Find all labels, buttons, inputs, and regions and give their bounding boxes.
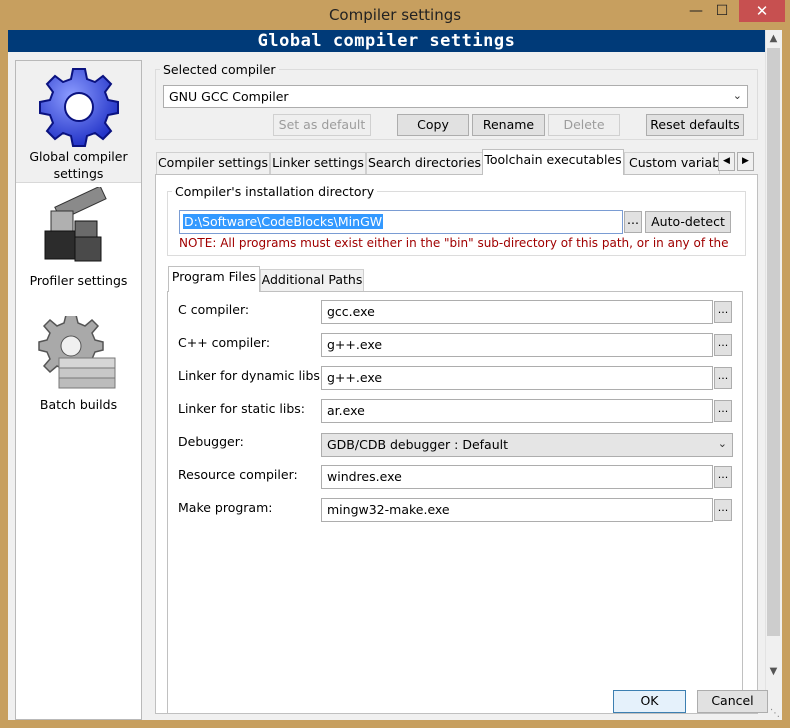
make-program-field[interactable]: mingw32-make.exe (321, 498, 713, 522)
resize-grip-icon[interactable]: ⋱ (770, 708, 780, 719)
maximize-button[interactable]: ☐ (709, 0, 735, 22)
cpp-compiler-label: C++ compiler: (178, 335, 271, 350)
linker-dynamic-label: Linker for dynamic libs: (178, 368, 325, 383)
group-label: Compiler's installation directory (172, 184, 378, 199)
batch-builds-icon (37, 316, 115, 389)
compiler-select-value: GNU GCC Compiler (169, 89, 289, 104)
linker-static-field[interactable]: ar.exe (321, 399, 713, 423)
tab-scroll-right-icon[interactable]: ▶ (737, 152, 754, 171)
install-dir-note: NOTE: All programs must exist either in … (179, 236, 729, 250)
make-program-browse-button[interactable]: ... (714, 499, 732, 521)
sidebar-item-global-compiler[interactable]: Global compiler settings (16, 61, 141, 183)
scroll-up-icon[interactable]: ▲ (765, 30, 782, 47)
resource-compiler-browse-button[interactable]: ... (714, 466, 732, 488)
sidebar-item-label: Global compiler (29, 149, 128, 164)
window-title: Compiler settings (328, 6, 462, 24)
set-as-default-button[interactable]: Set as default (273, 114, 371, 136)
debugger-label: Debugger: (178, 434, 244, 449)
tab-search-directories[interactable]: Search directories (366, 152, 483, 174)
tab-program-files[interactable]: Program Files (168, 266, 260, 292)
sidebar-item-label: Profiler settings (29, 273, 128, 288)
resource-compiler-field[interactable]: windres.exe (321, 465, 713, 489)
compiler-select[interactable]: GNU GCC Compiler ⌄ (163, 85, 748, 108)
close-button[interactable]: ✕ (739, 0, 785, 22)
linker-static-browse-button[interactable]: ... (714, 400, 732, 422)
sidebar-item-label: Batch builds (39, 397, 118, 412)
install-dir-value: D:\Software\CodeBlocks\MinGW (183, 214, 384, 229)
tab-additional-paths[interactable]: Additional Paths (260, 269, 364, 291)
chevron-down-icon: ⌄ (717, 437, 727, 450)
reset-defaults-button[interactable]: Reset defaults (646, 114, 744, 136)
ok-button[interactable]: OK (613, 690, 686, 713)
tab-compiler-settings[interactable]: Compiler settings (156, 152, 270, 174)
sidebar-item-label-line2: settings (53, 166, 104, 181)
c-compiler-field[interactable]: gcc.exe (321, 300, 713, 324)
c-compiler-label: C compiler: (178, 302, 250, 317)
linker-dynamic-browse-button[interactable]: ... (714, 367, 732, 389)
copy-button[interactable]: Copy (397, 114, 469, 136)
cancel-button[interactable]: Cancel (697, 690, 768, 713)
delete-button[interactable]: Delete (548, 114, 620, 136)
scrollbar-thumb[interactable] (767, 48, 780, 636)
resource-compiler-label: Resource compiler: (178, 467, 298, 482)
auto-detect-button[interactable]: Auto-detect (645, 211, 731, 233)
install-dir-browse-button[interactable]: ... (624, 211, 642, 233)
cpp-compiler-field[interactable]: g++.exe (321, 333, 713, 357)
debugger-select-value: GDB/CDB debugger : Default (327, 437, 509, 452)
chevron-down-icon: ⌄ (732, 89, 742, 102)
minimize-button[interactable]: — (683, 0, 709, 22)
page-banner: Global compiler settings (8, 30, 765, 52)
make-program-label: Make program: (178, 500, 273, 515)
rename-button[interactable]: Rename (472, 114, 545, 136)
gear-icon (38, 68, 119, 147)
linker-dynamic-field[interactable]: g++.exe (321, 366, 713, 390)
group-label: Selected compiler (160, 62, 279, 77)
sidebar-item-profiler[interactable]: Profiler settings (16, 185, 141, 295)
tab-custom-variables[interactable]: Custom variabl (624, 152, 720, 174)
install-dir-input[interactable]: D:\Software\CodeBlocks\MinGW (179, 210, 623, 234)
tab-toolchain-executables[interactable]: Toolchain executables (482, 149, 624, 175)
debugger-select[interactable]: GDB/CDB debugger : Default ⌄ (321, 433, 733, 457)
profiler-icon (44, 187, 107, 262)
linker-static-label: Linker for static libs: (178, 401, 306, 416)
c-compiler-browse-button[interactable]: ... (714, 301, 732, 323)
tab-linker-settings[interactable]: Linker settings (270, 152, 366, 174)
cpp-compiler-browse-button[interactable]: ... (714, 334, 732, 356)
sidebar-item-batch-builds[interactable]: Batch builds (16, 310, 141, 420)
scroll-down-icon[interactable]: ▼ (765, 663, 782, 680)
tab-scroll-left-icon[interactable]: ◀ (718, 152, 735, 171)
